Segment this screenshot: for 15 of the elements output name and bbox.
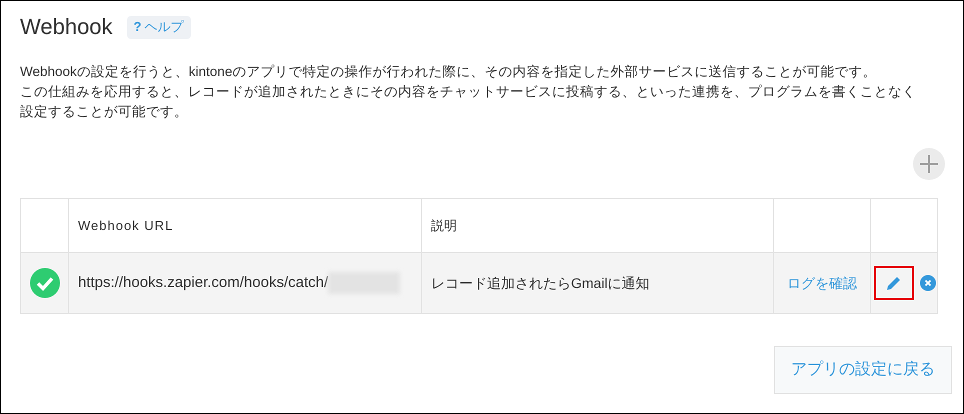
help-link[interactable]: ? ヘルプ bbox=[126, 16, 190, 38]
description-text: この仕組みを応用すると、レコードが追加されたときにその内容をチャットサービスに投稿する、といった連携を、プログラムを書くことなく設定することが可能です。 bbox=[20, 83, 917, 121]
column-header: 説明 bbox=[422, 198, 774, 252]
pencil-icon bbox=[885, 274, 903, 292]
add-button[interactable] bbox=[913, 148, 945, 180]
edit-button[interactable] bbox=[874, 266, 914, 300]
page-title: Webhook bbox=[20, 13, 113, 41]
url-text: https://hooks.zapier.com/hooks/catch/ bbox=[78, 272, 328, 293]
plus-icon bbox=[919, 154, 939, 174]
delete-button[interactable] bbox=[920, 275, 936, 291]
table-cell: レコード追加されたらGmailに通知 bbox=[422, 252, 774, 314]
description-text: Webhookの設定を行うと、kintoneのアプリで特定の操作が行われた際に、その内容を指定した外部サービスに送信することが可能です。 bbox=[20, 63, 878, 81]
column-header: Webhook URL bbox=[68, 198, 422, 252]
log-link[interactable]: ログを確認 bbox=[787, 274, 857, 290]
back-button[interactable]: アプリの設定に戻る bbox=[774, 346, 952, 394]
